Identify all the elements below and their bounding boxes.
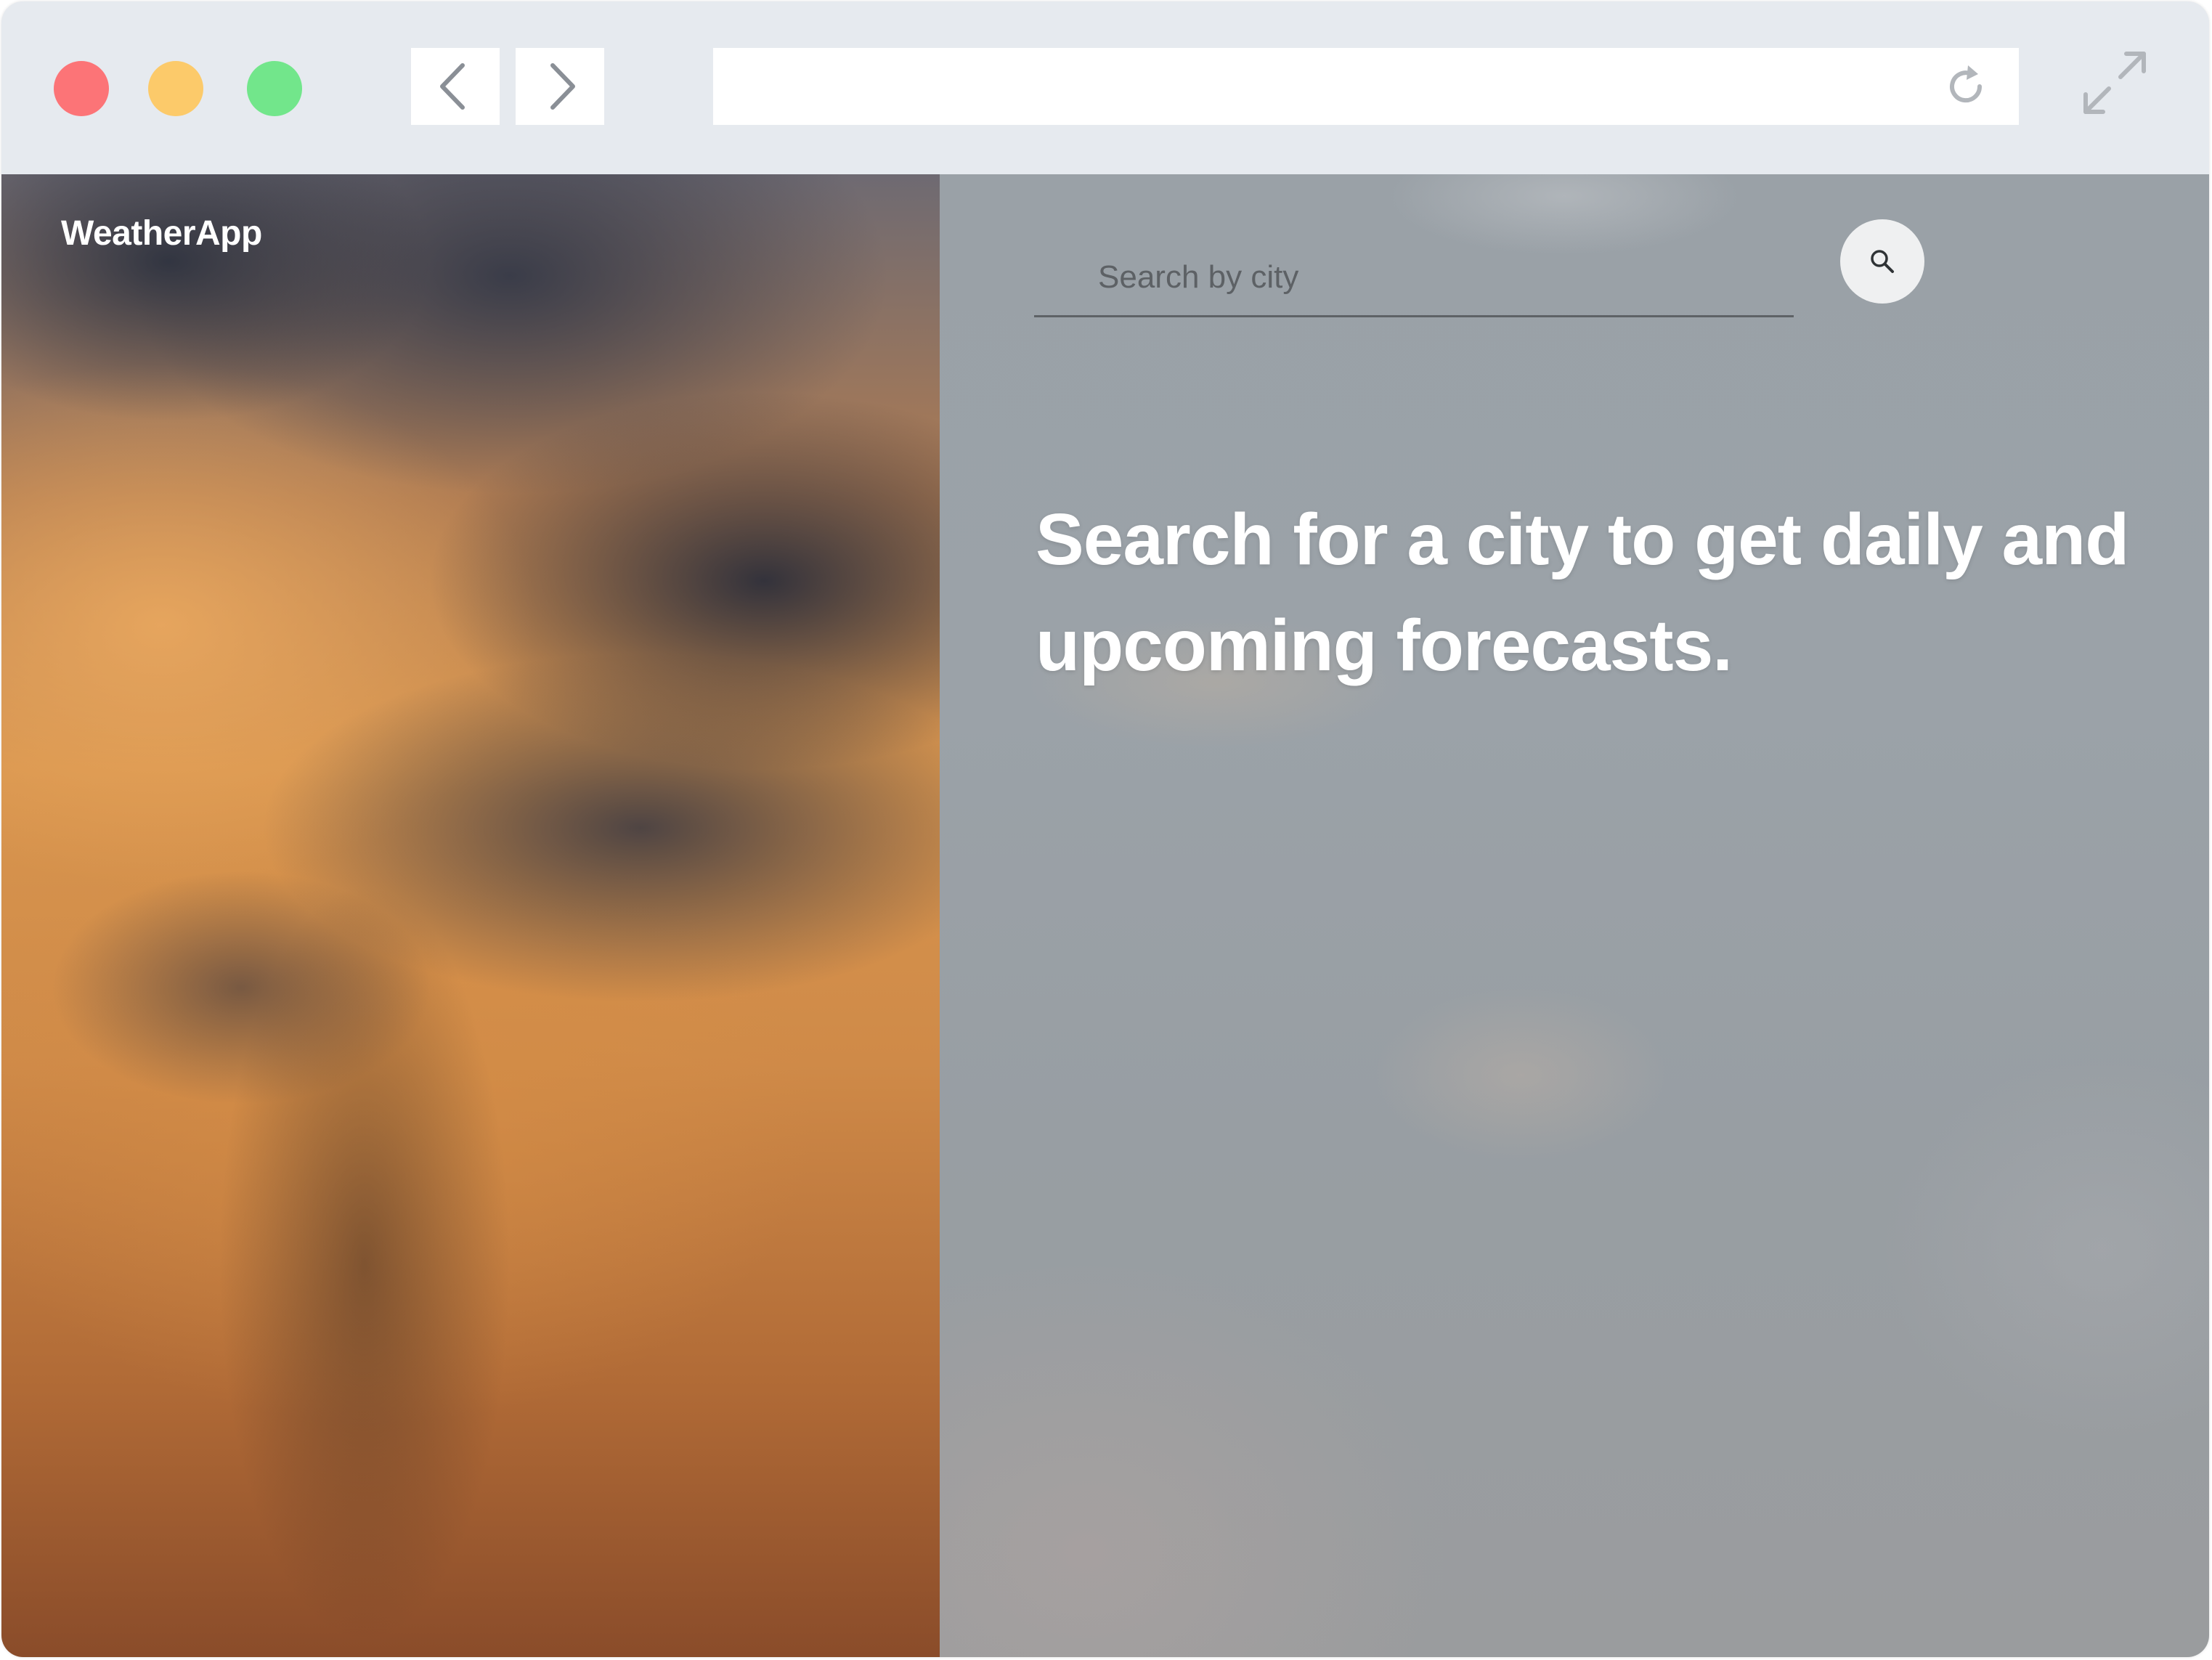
address-bar[interactable]	[713, 48, 2019, 125]
maximize-window-button[interactable]	[247, 61, 302, 116]
search-input[interactable]	[1097, 251, 1753, 304]
brand-logo[interactable]: WeatherApp	[61, 213, 262, 253]
search-icon	[1871, 250, 1894, 273]
empty-state-headline: Search for a city to get daily and upcom…	[1036, 499, 2129, 686]
search-field	[1034, 229, 1794, 317]
forward-button[interactable]	[516, 48, 604, 125]
search-button[interactable]	[1840, 219, 1924, 304]
chevron-left-icon	[440, 63, 465, 110]
app-content: WeatherApp Search for a city to get dail…	[1, 174, 2209, 1657]
close-window-button[interactable]	[54, 61, 109, 116]
back-button[interactable]	[411, 48, 500, 125]
minimize-window-button[interactable]	[148, 61, 203, 116]
expand-icon[interactable]	[2078, 46, 2151, 119]
browser-window: WeatherApp Search for a city to get dail…	[1, 1, 2209, 1657]
chevron-right-icon	[550, 63, 575, 110]
browser-toolbar	[1, 1, 2209, 174]
hero-image: WeatherApp	[1, 174, 940, 1657]
search-panel: Search for a city to get daily and upcom…	[940, 174, 2209, 1657]
reload-icon[interactable]	[1942, 62, 1990, 110]
